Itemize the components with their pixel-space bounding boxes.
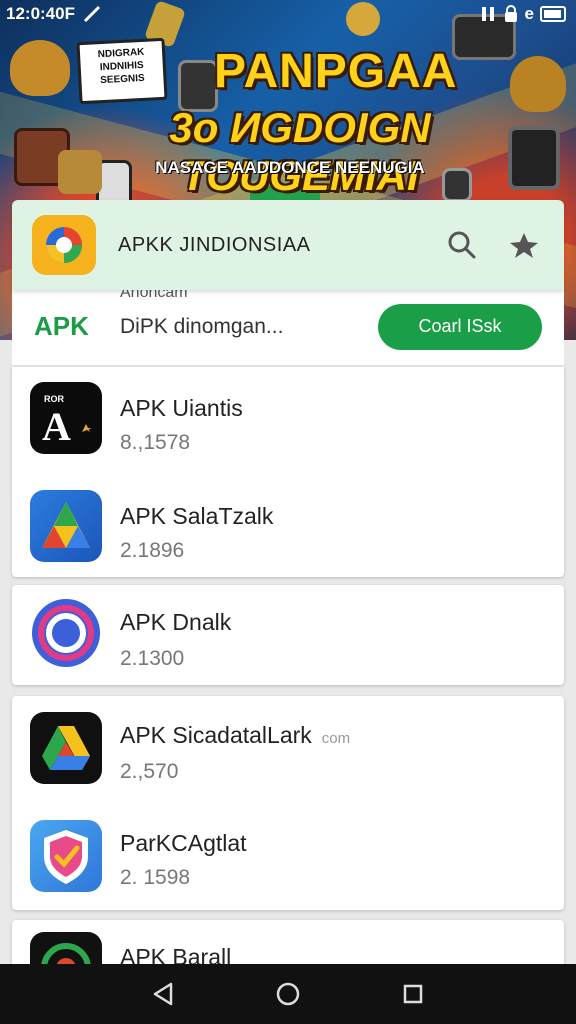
list-item[interactable]: APK Dnalk 2.1300 <box>12 585 564 685</box>
triangle-app-icon <box>30 490 102 562</box>
apk-a-icon: ROR A <box>30 382 102 454</box>
banner-tagline: NASAGE AADDONCE NEENUGIA <box>155 158 425 177</box>
ring-app-icon <box>30 597 102 669</box>
search-icon <box>448 231 476 259</box>
garuda-emblem-icon <box>10 40 70 96</box>
apk-label: APK <box>34 311 89 341</box>
apk-description: DiPK dinomgan... <box>120 314 284 338</box>
ghost-text: com <box>321 730 351 747</box>
app-name: APK Dnalk <box>120 609 232 635</box>
app-card: ROR A APK Uiantis 8.,1578 APK SalaTzalk … <box>12 367 564 577</box>
icon-tag: ROR <box>44 394 65 404</box>
battery-icon <box>540 6 566 22</box>
svg-text:A: A <box>42 404 71 449</box>
app-logo[interactable] <box>32 215 96 275</box>
list-item[interactable]: ROR A APK Uiantis 8.,1578 <box>12 367 564 467</box>
signal-icon <box>481 7 494 21</box>
recents-button[interactable] <box>391 972 435 1016</box>
back-button[interactable] <box>141 972 185 1016</box>
signal-off-icon <box>83 5 101 23</box>
app-version: 2.,570 <box>120 760 179 783</box>
share-button[interactable] <box>504 225 544 265</box>
list-item[interactable]: APK SalaTzalk 2.1896 <box>12 475 564 575</box>
apk-download-row: Ahoncam APK DiPK dinomgan... Coarl ISsk <box>12 284 564 366</box>
app-version: 2.1896 <box>120 539 185 562</box>
status-indicator: e <box>524 4 534 23</box>
app-card: APK SicadatalLark com 2.,570 ParKCAgtlat … <box>12 696 564 910</box>
list-item[interactable]: ParKCAgtlat 2. 1598 <box>12 808 564 908</box>
drive-app-icon <box>30 712 102 784</box>
banner-subtitle-large: 3o ИGDOIGN TOUGEMIAI <box>169 104 431 199</box>
back-icon <box>153 982 172 1006</box>
recents-icon <box>404 984 423 1004</box>
share-icon <box>510 233 538 258</box>
app-card: APK Dnalk 2.1300 <box>12 585 564 685</box>
status-time: 12:0:40F <box>6 4 75 23</box>
lock-icon <box>504 5 517 22</box>
status-bar: 12:0:40F e <box>0 0 576 28</box>
banner-note: NDIGRAK INDNIHIS SEEGNIS <box>76 37 168 105</box>
app-name: APK SalaTzalk <box>120 503 274 529</box>
app-version: 2. 1598 <box>120 866 191 889</box>
app-name: APK SicadatalLark com <box>120 722 351 748</box>
app-version: 8.,1578 <box>120 431 191 454</box>
app-header: APKK JINDIONSIAA <box>12 200 564 290</box>
header-title: APKK JINDIONSIAA <box>118 233 311 256</box>
app-name: APK Uiantis <box>120 395 243 421</box>
list-item[interactable]: APK SicadatalLark com 2.,570 <box>12 696 564 796</box>
colorful-swirl-icon <box>46 227 82 263</box>
search-button[interactable] <box>442 225 482 265</box>
app-version: 2.1300 <box>120 647 185 670</box>
banner-title: PANPGAA <box>214 45 458 98</box>
shield-app-icon <box>30 820 102 892</box>
navigation-bar <box>0 964 576 1024</box>
download-button[interactable]: Coarl ISsk <box>378 303 542 350</box>
home-icon <box>276 982 300 1006</box>
app-name: ParKCAgtlat <box>120 830 247 856</box>
home-button[interactable] <box>266 972 310 1016</box>
